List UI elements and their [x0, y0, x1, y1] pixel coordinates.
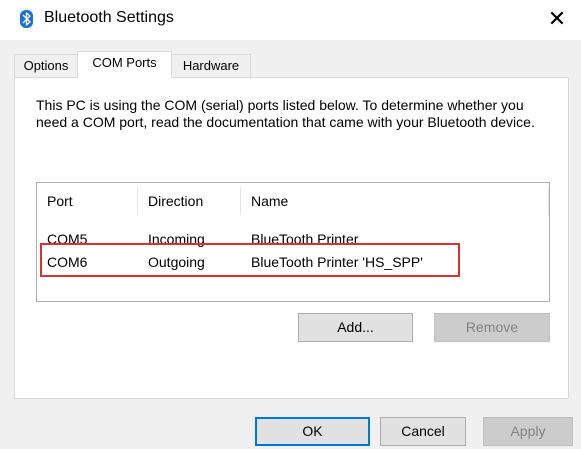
- tab-com-ports[interactable]: COM Ports: [77, 51, 172, 78]
- title-bar[interactable]: Bluetooth Settings ✕: [0, 0, 581, 40]
- dialog-footer: OK Cancel Apply: [0, 400, 581, 449]
- column-divider[interactable]: [240, 187, 241, 215]
- tab-options[interactable]: Options: [14, 54, 78, 77]
- add-button[interactable]: Add...: [298, 313, 413, 342]
- table-row[interactable]: COM6 Outgoing BlueTooth Printer 'HS_SPP': [37, 251, 549, 274]
- row-direction: Incoming: [148, 231, 205, 247]
- close-icon[interactable]: ✕: [543, 5, 571, 33]
- row-name: BlueTooth Printer 'HS_SPP': [251, 254, 423, 270]
- row-port: COM5: [47, 231, 88, 247]
- column-header-port[interactable]: Port: [47, 183, 73, 219]
- bluetooth-settings-dialog: Bluetooth Settings ✕ Options COM Ports H…: [0, 0, 581, 449]
- cancel-button[interactable]: Cancel: [380, 417, 466, 446]
- com-ports-list[interactable]: Port Direction Name COM5 Incoming BlueTo…: [36, 182, 550, 302]
- com-ports-description: This PC is using the COM (serial) ports …: [36, 97, 535, 130]
- ok-button[interactable]: OK: [255, 417, 370, 446]
- column-divider[interactable]: [548, 187, 549, 215]
- apply-button[interactable]: Apply: [483, 417, 573, 446]
- bluetooth-icon: [20, 10, 33, 28]
- row-name: BlueTooth Printer: [251, 231, 359, 247]
- remove-button[interactable]: Remove: [434, 313, 550, 342]
- com-ports-panel: This PC is using the COM (serial) ports …: [14, 77, 569, 399]
- column-divider[interactable]: [137, 187, 138, 215]
- row-port: COM6: [47, 254, 88, 270]
- window-title: Bluetooth Settings: [44, 9, 174, 26]
- row-direction: Outgoing: [148, 254, 205, 270]
- column-header-name[interactable]: Name: [251, 183, 288, 219]
- column-header-direction[interactable]: Direction: [148, 183, 203, 219]
- list-header: Port Direction Name: [37, 183, 549, 219]
- tab-hardware[interactable]: Hardware: [171, 54, 251, 77]
- table-row[interactable]: COM5 Incoming BlueTooth Printer: [37, 228, 549, 251]
